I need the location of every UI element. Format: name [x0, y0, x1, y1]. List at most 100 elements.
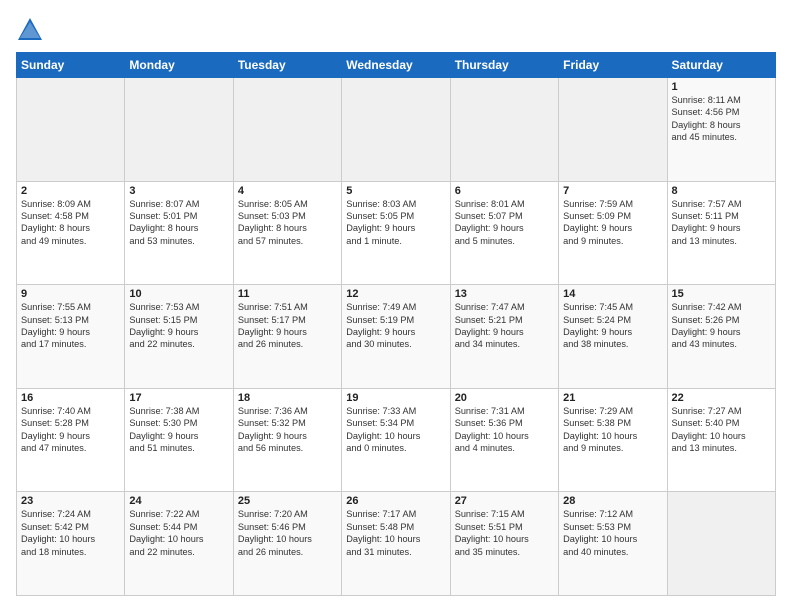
day-number: 27 [455, 495, 554, 507]
day-number: 5 [346, 185, 445, 197]
calendar-cell [667, 492, 775, 596]
calendar-cell [233, 78, 341, 182]
calendar-week-4: 16Sunrise: 7:40 AM Sunset: 5:28 PM Dayli… [17, 388, 776, 492]
calendar-cell: 3Sunrise: 8:07 AM Sunset: 5:01 PM Daylig… [125, 181, 233, 285]
day-info: Sunrise: 7:45 AM Sunset: 5:24 PM Dayligh… [563, 301, 662, 351]
day-number: 13 [455, 288, 554, 300]
calendar-cell: 28Sunrise: 7:12 AM Sunset: 5:53 PM Dayli… [559, 492, 667, 596]
calendar-week-1: 1Sunrise: 8:11 AM Sunset: 4:56 PM Daylig… [17, 78, 776, 182]
calendar-cell: 6Sunrise: 8:01 AM Sunset: 5:07 PM Daylig… [450, 181, 558, 285]
day-info: Sunrise: 8:05 AM Sunset: 5:03 PM Dayligh… [238, 198, 337, 248]
day-info: Sunrise: 7:17 AM Sunset: 5:48 PM Dayligh… [346, 508, 445, 558]
calendar-cell: 24Sunrise: 7:22 AM Sunset: 5:44 PM Dayli… [125, 492, 233, 596]
day-info: Sunrise: 7:36 AM Sunset: 5:32 PM Dayligh… [238, 405, 337, 455]
day-info: Sunrise: 7:27 AM Sunset: 5:40 PM Dayligh… [672, 405, 771, 455]
calendar-header-friday: Friday [559, 53, 667, 78]
day-number: 14 [563, 288, 662, 300]
logo [16, 16, 46, 44]
calendar-cell: 21Sunrise: 7:29 AM Sunset: 5:38 PM Dayli… [559, 388, 667, 492]
page: SundayMondayTuesdayWednesdayThursdayFrid… [0, 0, 792, 612]
calendar-cell: 5Sunrise: 8:03 AM Sunset: 5:05 PM Daylig… [342, 181, 450, 285]
calendar-cell: 25Sunrise: 7:20 AM Sunset: 5:46 PM Dayli… [233, 492, 341, 596]
day-info: Sunrise: 7:38 AM Sunset: 5:30 PM Dayligh… [129, 405, 228, 455]
day-info: Sunrise: 7:20 AM Sunset: 5:46 PM Dayligh… [238, 508, 337, 558]
header [16, 16, 776, 44]
day-info: Sunrise: 7:12 AM Sunset: 5:53 PM Dayligh… [563, 508, 662, 558]
calendar-cell [559, 78, 667, 182]
day-info: Sunrise: 8:01 AM Sunset: 5:07 PM Dayligh… [455, 198, 554, 248]
day-number: 9 [21, 288, 120, 300]
day-number: 11 [238, 288, 337, 300]
day-info: Sunrise: 7:22 AM Sunset: 5:44 PM Dayligh… [129, 508, 228, 558]
day-number: 4 [238, 185, 337, 197]
day-number: 16 [21, 392, 120, 404]
day-info: Sunrise: 8:09 AM Sunset: 4:58 PM Dayligh… [21, 198, 120, 248]
day-info: Sunrise: 8:11 AM Sunset: 4:56 PM Dayligh… [672, 94, 771, 144]
day-number: 22 [672, 392, 771, 404]
day-number: 28 [563, 495, 662, 507]
calendar-week-5: 23Sunrise: 7:24 AM Sunset: 5:42 PM Dayli… [17, 492, 776, 596]
calendar-cell: 19Sunrise: 7:33 AM Sunset: 5:34 PM Dayli… [342, 388, 450, 492]
calendar-cell: 15Sunrise: 7:42 AM Sunset: 5:26 PM Dayli… [667, 285, 775, 389]
calendar-cell: 18Sunrise: 7:36 AM Sunset: 5:32 PM Dayli… [233, 388, 341, 492]
day-info: Sunrise: 7:59 AM Sunset: 5:09 PM Dayligh… [563, 198, 662, 248]
calendar-header-row: SundayMondayTuesdayWednesdayThursdayFrid… [17, 53, 776, 78]
day-info: Sunrise: 7:15 AM Sunset: 5:51 PM Dayligh… [455, 508, 554, 558]
calendar-header-saturday: Saturday [667, 53, 775, 78]
day-number: 18 [238, 392, 337, 404]
day-info: Sunrise: 7:57 AM Sunset: 5:11 PM Dayligh… [672, 198, 771, 248]
logo-icon [16, 16, 44, 44]
day-number: 24 [129, 495, 228, 507]
day-number: 19 [346, 392, 445, 404]
calendar-cell: 9Sunrise: 7:55 AM Sunset: 5:13 PM Daylig… [17, 285, 125, 389]
day-info: Sunrise: 7:24 AM Sunset: 5:42 PM Dayligh… [21, 508, 120, 558]
day-info: Sunrise: 8:07 AM Sunset: 5:01 PM Dayligh… [129, 198, 228, 248]
calendar-cell: 7Sunrise: 7:59 AM Sunset: 5:09 PM Daylig… [559, 181, 667, 285]
day-number: 2 [21, 185, 120, 197]
day-info: Sunrise: 7:42 AM Sunset: 5:26 PM Dayligh… [672, 301, 771, 351]
calendar-header-sunday: Sunday [17, 53, 125, 78]
calendar-week-2: 2Sunrise: 8:09 AM Sunset: 4:58 PM Daylig… [17, 181, 776, 285]
day-info: Sunrise: 7:29 AM Sunset: 5:38 PM Dayligh… [563, 405, 662, 455]
calendar-cell: 17Sunrise: 7:38 AM Sunset: 5:30 PM Dayli… [125, 388, 233, 492]
calendar-cell: 23Sunrise: 7:24 AM Sunset: 5:42 PM Dayli… [17, 492, 125, 596]
day-number: 20 [455, 392, 554, 404]
day-info: Sunrise: 7:31 AM Sunset: 5:36 PM Dayligh… [455, 405, 554, 455]
day-number: 10 [129, 288, 228, 300]
calendar-header-wednesday: Wednesday [342, 53, 450, 78]
day-number: 15 [672, 288, 771, 300]
day-number: 21 [563, 392, 662, 404]
day-info: Sunrise: 7:51 AM Sunset: 5:17 PM Dayligh… [238, 301, 337, 351]
calendar-header-thursday: Thursday [450, 53, 558, 78]
day-number: 7 [563, 185, 662, 197]
calendar-cell: 13Sunrise: 7:47 AM Sunset: 5:21 PM Dayli… [450, 285, 558, 389]
calendar-cell: 16Sunrise: 7:40 AM Sunset: 5:28 PM Dayli… [17, 388, 125, 492]
day-number: 1 [672, 81, 771, 93]
calendar-cell: 12Sunrise: 7:49 AM Sunset: 5:19 PM Dayli… [342, 285, 450, 389]
calendar-cell [450, 78, 558, 182]
calendar-cell [342, 78, 450, 182]
day-number: 8 [672, 185, 771, 197]
calendar-cell [125, 78, 233, 182]
calendar-header-monday: Monday [125, 53, 233, 78]
calendar-cell: 1Sunrise: 8:11 AM Sunset: 4:56 PM Daylig… [667, 78, 775, 182]
day-number: 17 [129, 392, 228, 404]
day-info: Sunrise: 7:33 AM Sunset: 5:34 PM Dayligh… [346, 405, 445, 455]
day-number: 26 [346, 495, 445, 507]
calendar-cell: 4Sunrise: 8:05 AM Sunset: 5:03 PM Daylig… [233, 181, 341, 285]
day-number: 6 [455, 185, 554, 197]
calendar-week-3: 9Sunrise: 7:55 AM Sunset: 5:13 PM Daylig… [17, 285, 776, 389]
calendar-cell: 22Sunrise: 7:27 AM Sunset: 5:40 PM Dayli… [667, 388, 775, 492]
day-info: Sunrise: 7:53 AM Sunset: 5:15 PM Dayligh… [129, 301, 228, 351]
calendar-cell: 2Sunrise: 8:09 AM Sunset: 4:58 PM Daylig… [17, 181, 125, 285]
day-number: 12 [346, 288, 445, 300]
calendar-cell: 20Sunrise: 7:31 AM Sunset: 5:36 PM Dayli… [450, 388, 558, 492]
day-info: Sunrise: 7:49 AM Sunset: 5:19 PM Dayligh… [346, 301, 445, 351]
day-number: 23 [21, 495, 120, 507]
day-info: Sunrise: 7:55 AM Sunset: 5:13 PM Dayligh… [21, 301, 120, 351]
calendar-table: SundayMondayTuesdayWednesdayThursdayFrid… [16, 52, 776, 596]
day-info: Sunrise: 8:03 AM Sunset: 5:05 PM Dayligh… [346, 198, 445, 248]
calendar-header-tuesday: Tuesday [233, 53, 341, 78]
calendar-cell: 26Sunrise: 7:17 AM Sunset: 5:48 PM Dayli… [342, 492, 450, 596]
calendar-cell [17, 78, 125, 182]
